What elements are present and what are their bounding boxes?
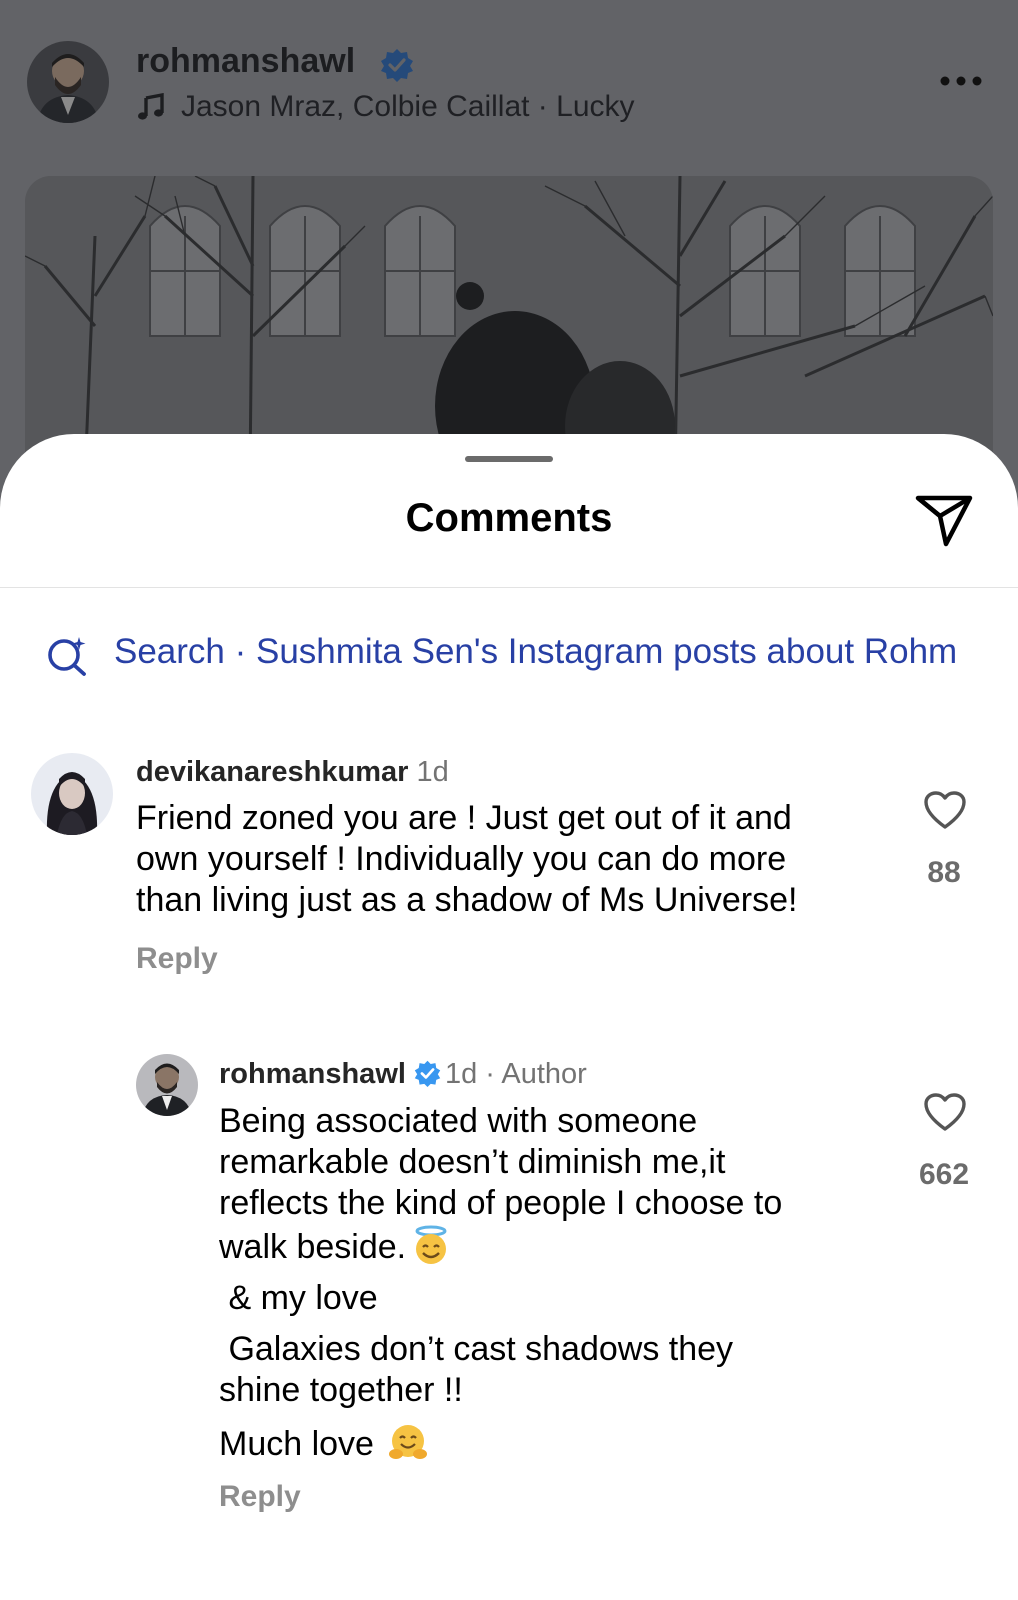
comment-line-text: Much love	[219, 1425, 374, 1463]
comment-line: than living just as a shadow of Ms Unive…	[136, 881, 798, 919]
post-image[interactable]	[25, 176, 993, 476]
commenter-avatar[interactable]	[136, 1054, 198, 1116]
comment-username[interactable]: rohmanshawl 1d · Author	[219, 1058, 587, 1091]
search-suggestion-text[interactable]: Search · Sushmita Sen's Instagram posts …	[114, 632, 957, 672]
comment-text: Being associated with someone remarkable…	[219, 1101, 889, 1465]
sheet-divider	[0, 587, 1018, 588]
post-header: rohmanshawl Jason Mraz, Colbie Caillat ·…	[0, 0, 1018, 150]
post-audio-track[interactable]: Jason Mraz, Colbie Caillat · Lucky	[181, 90, 635, 124]
verified-badge-icon	[414, 1060, 441, 1087]
like-count: 88	[927, 856, 961, 889]
heart-icon[interactable]	[923, 790, 967, 830]
comment-username[interactable]: devikanareshkumar 1d	[136, 756, 449, 789]
search-suggestion[interactable]: Search · Sushmita Sen's Instagram posts …	[46, 630, 1018, 680]
comment-line-text: walk beside.	[219, 1228, 407, 1266]
comment-time: 1d	[444, 1058, 478, 1090]
music-note-icon	[138, 93, 164, 120]
comment-line: & my love	[219, 1279, 378, 1317]
comment-text: Friend zoned you are ! Just get out of i…	[136, 798, 896, 921]
comment-time: 1d	[416, 756, 449, 788]
more-options-icon[interactable]	[938, 74, 984, 88]
comments-sheet: Comments Search · Sushmita Sen's Instagr…	[0, 434, 1018, 1600]
comment-line: Much love	[219, 1421, 889, 1465]
username-text[interactable]: devikanareshkumar	[136, 756, 408, 788]
comment-line: Being associated with someone	[219, 1102, 698, 1140]
verified-badge-icon	[381, 49, 413, 82]
comment-line: Friend zoned you are ! Just get out of i…	[136, 799, 792, 837]
username-text[interactable]: rohmanshawl	[219, 1058, 406, 1090]
sheet-drag-handle[interactable]	[465, 456, 553, 462]
heart-icon[interactable]	[923, 1092, 967, 1132]
send-icon[interactable]	[914, 494, 974, 548]
search-sparkle-icon	[48, 637, 86, 676]
comment-line: shine together !!	[219, 1371, 463, 1409]
reply-button[interactable]: Reply	[136, 942, 218, 976]
comment-line: own yourself ! Individually you can do m…	[136, 840, 787, 878]
smiling-face-with-halo-icon	[415, 1225, 447, 1264]
sheet-title: Comments	[405, 496, 613, 540]
like-count: 662	[918, 1158, 970, 1191]
post-author-avatar[interactable]	[27, 41, 109, 123]
hugging-face-icon	[389, 1425, 428, 1459]
commenter-avatar[interactable]	[31, 753, 113, 835]
comment-line: Galaxies don’t cast shadows they	[219, 1330, 734, 1368]
author-tag: · Author	[485, 1058, 587, 1090]
comment-line: reflects the kind of people I choose to	[219, 1184, 783, 1222]
comment-line: walk beside.	[219, 1224, 889, 1268]
reply-button[interactable]: Reply	[219, 1480, 301, 1514]
comment-line: remarkable doesn’t diminish me,it	[219, 1143, 726, 1181]
post-author-username[interactable]: rohmanshawl	[136, 42, 355, 81]
